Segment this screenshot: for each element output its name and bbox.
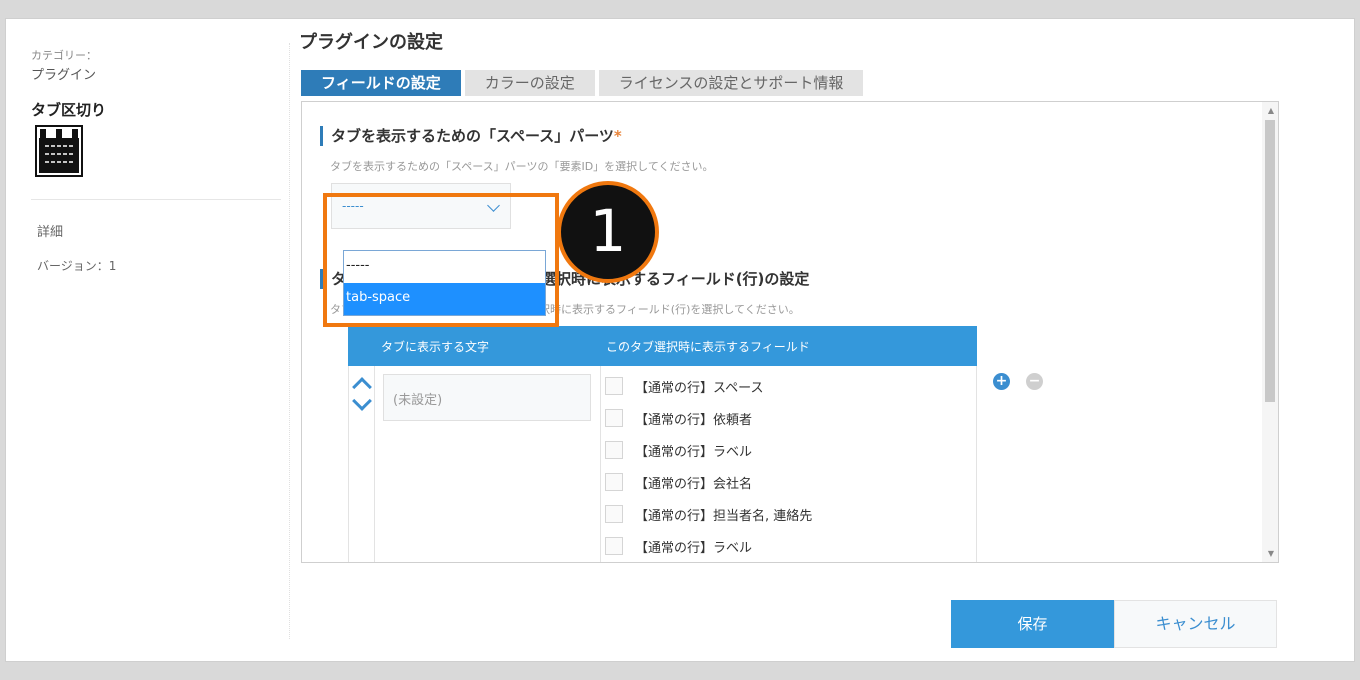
plugin-name: タブ区切り <box>31 101 107 119</box>
page-title: プラグインの設定 <box>299 32 443 53</box>
space-parts-description: タブを表示するための「スペース」パーツの「要素ID」を選択してください。 <box>330 160 714 173</box>
list-item[interactable]: 【通常の行】依頼者 <box>605 402 812 434</box>
tab-field-settings[interactable]: フィールドの設定 <box>301 70 461 96</box>
list-item[interactable]: 【通常の行】会社名 <box>605 466 812 498</box>
tab-license-support[interactable]: ライセンスの設定とサポート情報 <box>598 70 864 96</box>
scroll-up-icon[interactable]: ▲ <box>1268 106 1274 115</box>
column-divider <box>289 43 290 639</box>
field-label: 【通常の行】会社名 <box>635 476 753 492</box>
scroll-down-icon[interactable]: ▼ <box>1268 549 1274 558</box>
column-divider <box>374 366 375 562</box>
checkbox[interactable] <box>605 473 623 491</box>
tab-color-settings[interactable]: カラーの設定 <box>464 70 595 96</box>
field-checkbox-list: 【通常の行】スペース 【通常の行】依頼者 【通常の行】ラベル 【通常の行】会社名… <box>605 370 812 562</box>
annotation-number-badge: 1 <box>557 181 659 283</box>
scrollbar-thumb[interactable] <box>1265 120 1275 402</box>
column-divider <box>600 366 601 562</box>
category-label: カテゴリー： <box>31 49 97 62</box>
list-item[interactable]: 【通常の行】担当者名, 連絡先 <box>605 498 812 530</box>
checkbox[interactable] <box>605 537 623 555</box>
checkbox[interactable] <box>605 409 623 427</box>
plugin-icon <box>35 125 83 177</box>
move-down-icon[interactable] <box>352 391 372 411</box>
version-text: バージョン：1 <box>37 259 117 273</box>
category-value: プラグイン <box>31 68 97 83</box>
checkbox[interactable] <box>605 441 623 459</box>
table-header: タブに表示する文字 このタブ選択時に表示するフィールド <box>348 326 977 366</box>
vertical-scrollbar[interactable]: ▲ ▼ <box>1262 102 1278 562</box>
sidebar-divider <box>31 199 281 200</box>
sidebar: カテゴリー： プラグイン タブ区切り 詳細 バージョン：1 <box>6 19 289 663</box>
list-item[interactable]: 【通常の行】ラベル <box>605 530 812 562</box>
checkbox[interactable] <box>605 377 623 395</box>
field-label: 【通常の行】スペース <box>635 380 764 396</box>
add-row-button[interactable]: + <box>993 373 1010 390</box>
field-label: 【通常の行】担当者名, 連絡先 <box>635 508 813 524</box>
field-label: 【通常の行】依頼者 <box>635 412 753 428</box>
save-button[interactable]: 保存 <box>951 600 1114 648</box>
tab-text-input[interactable]: (未設定) <box>383 374 591 421</box>
remove-row-button[interactable]: − <box>1026 373 1043 390</box>
settings-tabs: フィールドの設定 カラーの設定 ライセンスの設定とサポート情報 <box>301 70 867 96</box>
annotation-highlight-box <box>323 193 559 327</box>
space-parts-title: タブを表示するための「スペース」パーツ <box>331 127 614 145</box>
settings-panel: タブを表示するための「スペース」パーツ* タブを表示するための「スペース」パーツ… <box>301 101 1279 563</box>
field-label: 【通常の行】ラベル <box>635 540 753 556</box>
header-display-fields: このタブ選択時に表示するフィールド <box>606 340 810 354</box>
field-label: 【通常の行】ラベル <box>635 444 753 460</box>
tab-settings-table: タブに表示する文字 このタブ選択時に表示するフィールド (未設定) 【通常の行】… <box>348 326 977 562</box>
detail-link[interactable]: 詳細 <box>37 221 63 240</box>
space-parts-heading: タブを表示するための「スペース」パーツ* <box>320 126 622 146</box>
checkbox[interactable] <box>605 505 623 523</box>
header-tab-text: タブに表示する文字 <box>381 340 490 354</box>
table-row: (未設定) 【通常の行】スペース 【通常の行】依頼者 【通常の行】ラベル 【通常… <box>348 366 977 562</box>
required-mark: * <box>613 127 622 145</box>
list-item[interactable]: 【通常の行】ラベル <box>605 434 812 466</box>
cancel-button[interactable]: キャンセル <box>1114 600 1277 648</box>
list-item[interactable]: 【通常の行】スペース <box>605 370 812 402</box>
